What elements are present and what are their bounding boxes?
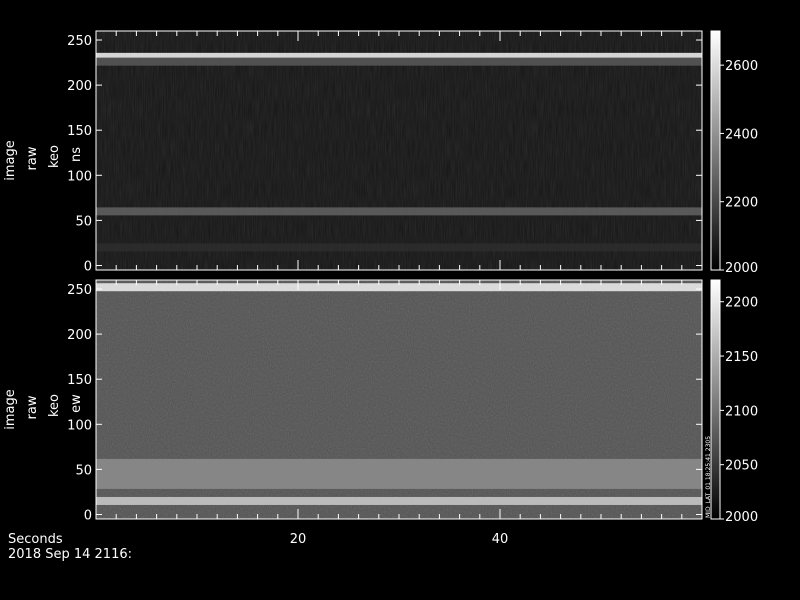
y-tick-label: 250 — [67, 34, 92, 49]
colorbar-tick-label: 2400 — [725, 127, 758, 142]
heatmap-band — [96, 243, 702, 252]
colorbar-tick-label: 2200 — [725, 196, 758, 211]
y-tick-label: 50 — [75, 214, 92, 229]
y-tick-label: 100 — [67, 169, 92, 184]
colorbar-tick-label: 2000 — [725, 510, 758, 525]
colorbar-tick-label: 2600 — [725, 59, 758, 74]
timestamp-stamp: MID_LAT_01 18:25:41 2305 — [705, 436, 712, 518]
y-tick-label: 50 — [75, 463, 92, 478]
y-axis-label-line: raw — [25, 146, 40, 170]
y-axis-label-line: raw — [25, 395, 40, 419]
y-tick-label: 200 — [67, 328, 92, 343]
date-label: 2018 Sep 14 2116: — [8, 547, 132, 562]
colorbar-tick-label: 2150 — [725, 350, 758, 365]
keogram-figure: 050100150200250image raw keo ns200022002400… — [3, 30, 758, 547]
y-tick-label: 0 — [84, 259, 92, 274]
y-axis-label-line: ns — [69, 147, 84, 162]
x-axis-label: Seconds — [8, 532, 63, 547]
colorbar-tick-label: 2200 — [725, 296, 758, 311]
colorbar-tick-label: 2050 — [725, 459, 758, 474]
colorbar — [711, 31, 720, 270]
colorbar-tick-label: 2100 — [725, 404, 758, 419]
heatmap-band — [96, 458, 702, 489]
y-tick-label: 0 — [84, 508, 92, 523]
heatmap-noise — [96, 31, 702, 270]
y-axis-label-line: ew — [69, 394, 84, 413]
heatmap-band — [96, 52, 702, 58]
heatmap-band — [96, 496, 702, 505]
x-tick-label: 20 — [290, 532, 307, 547]
heatmap-band — [96, 57, 702, 66]
y-axis-label-line: image — [3, 389, 18, 430]
y-tick-label: 150 — [67, 124, 92, 139]
colorbar — [711, 280, 720, 519]
panel-1: 0 50 100 150 200 250 image raw keo ns 2000 2200 2400… — [3, 30, 758, 276]
y-axis-label-line: keo — [47, 145, 62, 168]
heatmap-band — [96, 207, 702, 216]
y-tick-label: 250 — [67, 283, 92, 298]
y-tick-label: 150 — [67, 373, 92, 388]
x-tick-label: 40 — [492, 532, 509, 547]
y-axis-label-line: keo — [47, 394, 62, 417]
y-axis-label-line: image — [3, 140, 18, 181]
panel-2: 0 50 100 150 200 250 20 40 image raw keo ew 2000 2050… — [3, 279, 758, 547]
colorbar-tick-label: 2000 — [725, 261, 758, 276]
stamp-text: MID_LAT_01 18:25:41 2305 — [705, 436, 712, 518]
y-tick-label: 100 — [67, 418, 92, 433]
y-tick-label: 200 — [67, 79, 92, 94]
